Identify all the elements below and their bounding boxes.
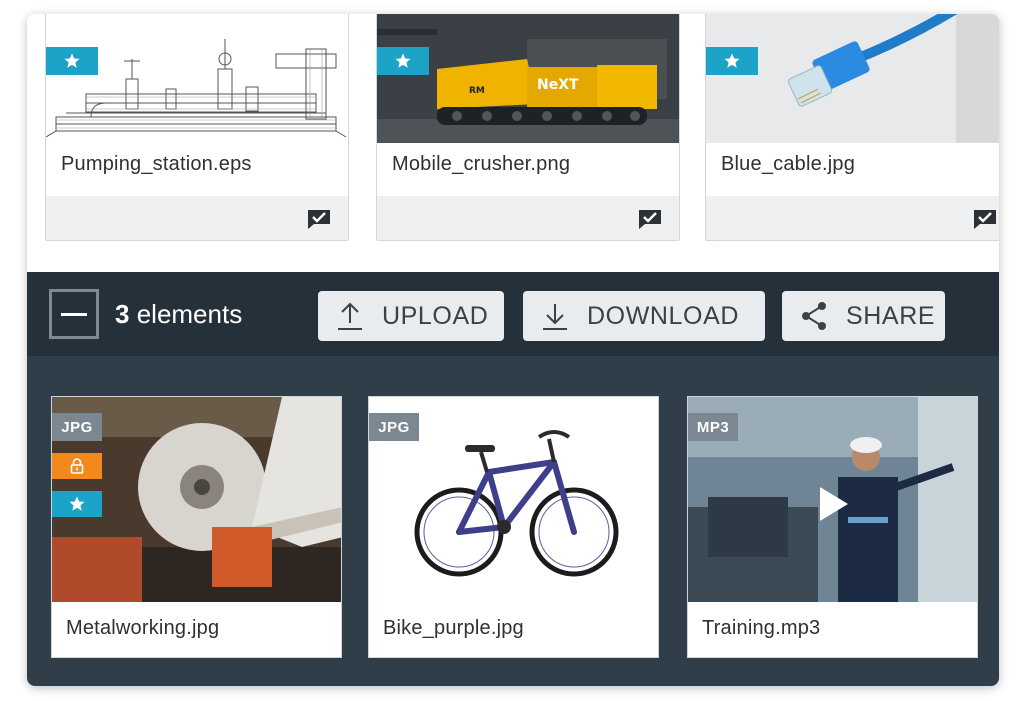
favorite-badge[interactable] — [52, 491, 102, 517]
file-card-bike-purple[interactable]: JPG Bike_purple.jpg — [368, 396, 659, 658]
download-label: DOWNLOAD — [587, 301, 740, 330]
star-icon — [69, 496, 85, 511]
minus-icon — [61, 312, 87, 316]
star-icon — [395, 53, 411, 68]
file-name: Bike_purple.jpg — [383, 617, 524, 639]
share-icon — [802, 302, 826, 330]
favorite-badge[interactable] — [377, 47, 429, 75]
upload-button[interactable]: UPLOAD — [318, 291, 504, 341]
locked-badge — [52, 453, 102, 479]
selection-toolbar: 3 elements UPLOAD DOWNLOAD SHARE — [27, 272, 999, 356]
file-type-badge: JPG — [369, 413, 419, 441]
check-bubble-icon[interactable] — [637, 208, 663, 230]
share-label: SHARE — [846, 301, 936, 330]
selection-count: 3 elements — [115, 299, 242, 330]
upload-icon — [338, 302, 362, 330]
file-browser: 3 elements UPLOAD DOWNLOAD SHARE JPG Met… — [27, 272, 999, 686]
selection-count-label: elements — [136, 299, 243, 329]
upload-label: UPLOAD — [382, 301, 489, 330]
star-icon — [64, 53, 80, 68]
file-card-blue-cable[interactable]: Blue_cable.jpg — [705, 14, 999, 241]
play-icon[interactable] — [818, 485, 850, 523]
file-type-badge: JPG — [52, 413, 102, 441]
file-name: Metalworking.jpg — [66, 617, 220, 639]
check-bubble-icon[interactable] — [306, 208, 332, 230]
selection-count-number: 3 — [115, 299, 130, 329]
file-card-mobile-crusher[interactable]: NeXT RM Mobile_crusher.png — [376, 14, 680, 241]
download-button[interactable]: DOWNLOAD — [523, 291, 765, 341]
favorite-badge[interactable] — [46, 47, 98, 75]
thumbnail-pipeline-drawing — [46, 14, 348, 143]
card-footer — [377, 196, 679, 240]
star-icon — [724, 53, 740, 68]
deselect-all-checkbox[interactable] — [49, 289, 99, 339]
file-manager-panel: Pumping_station.eps NeXT RM Mobile_crush… — [27, 14, 999, 686]
file-name: Blue_cable.jpg — [721, 153, 856, 175]
favorite-badge[interactable] — [706, 47, 758, 75]
file-card-metalworking[interactable]: JPG Metalworking.jpg — [51, 396, 342, 658]
thumbnail-mobile-crusher: NeXT RM — [377, 14, 679, 143]
share-button[interactable]: SHARE — [782, 291, 945, 341]
lock-icon — [70, 458, 84, 474]
file-type-badge: MP3 — [688, 413, 738, 441]
file-card-pumping-station[interactable]: Pumping_station.eps — [45, 14, 349, 241]
thumbnail-network-cable — [706, 14, 999, 143]
file-name: Mobile_crusher.png — [392, 153, 571, 175]
svg-text:RM: RM — [469, 86, 485, 96]
file-name: Training.mp3 — [702, 617, 821, 639]
svg-text:NeXT: NeXT — [537, 77, 579, 93]
card-footer — [46, 196, 348, 240]
file-card-training[interactable]: MP3 Training.mp3 — [687, 396, 978, 658]
selected-files-strip: Pumping_station.eps NeXT RM Mobile_crush… — [27, 14, 999, 272]
file-name: Pumping_station.eps — [61, 153, 252, 175]
card-footer — [706, 196, 999, 240]
download-icon — [543, 304, 567, 330]
check-bubble-icon[interactable] — [972, 208, 998, 230]
